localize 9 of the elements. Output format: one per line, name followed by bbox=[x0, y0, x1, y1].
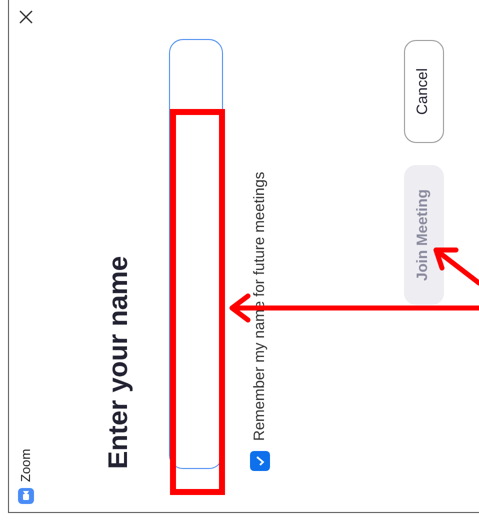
remember-checkbox[interactable] bbox=[250, 451, 270, 471]
dialog-heading: Enter your name bbox=[102, 256, 134, 469]
cancel-button[interactable]: Cancel bbox=[404, 40, 444, 143]
name-input-field[interactable] bbox=[169, 39, 223, 469]
check-icon bbox=[254, 455, 266, 467]
app-logo-icon bbox=[18, 488, 34, 504]
window-title: Zoom bbox=[17, 448, 34, 482]
annotation-arrow bbox=[434, 248, 479, 286]
close-icon[interactable] bbox=[19, 10, 33, 24]
